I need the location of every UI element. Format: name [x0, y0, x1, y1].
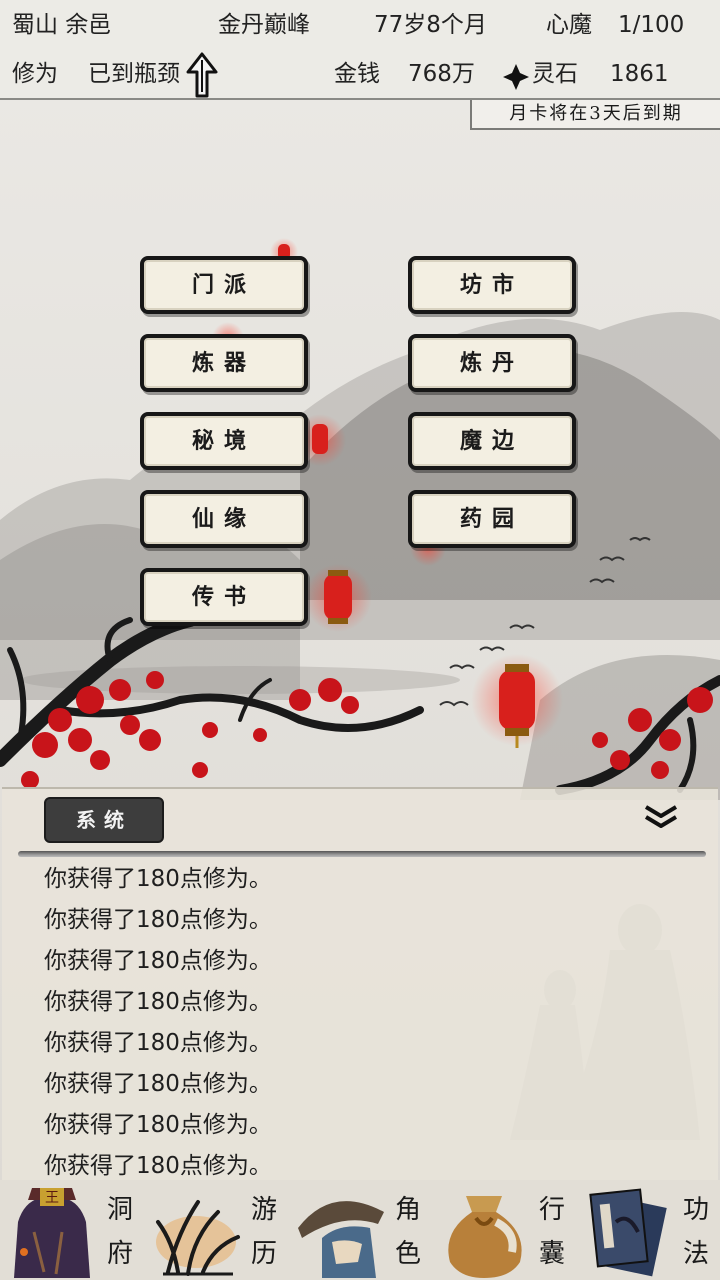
spirit-stone-icon [503, 64, 529, 90]
demon-border-button[interactable]: 魔边 [408, 412, 576, 470]
fate-button[interactable]: 仙缘 [140, 490, 308, 548]
book-icon [589, 1188, 667, 1277]
realm-text: 金丹巅峰 [218, 12, 310, 38]
heart-demon-label: 心魔 [546, 12, 592, 38]
log-line: 你获得了180点修为。 [44, 866, 272, 892]
nav-bag[interactable]: 行囊 [432, 1180, 576, 1280]
breakthrough-arrow-icon[interactable] [186, 52, 218, 98]
spirit-stone-value: 1861 [610, 61, 669, 87]
nav-technique[interactable]: 功法 [576, 1180, 720, 1280]
log-line: 你获得了180点修为。 [44, 907, 272, 933]
log-line: 你获得了180点修为。 [44, 1112, 272, 1138]
message-button[interactable]: 传书 [140, 568, 308, 626]
location-text: 蜀山 余邑 [12, 12, 112, 38]
status-row-2: 修为 已到瓶颈 金钱 768万 灵石 1861 [0, 50, 720, 100]
tab-system[interactable]: 系统 [44, 797, 164, 843]
log-line: 你获得了180点修为。 [44, 1030, 272, 1056]
secret-realm-button[interactable]: 秘境 [140, 412, 308, 470]
bag-icon [448, 1196, 522, 1278]
nav-technique-label: 功法 [682, 1195, 709, 1269]
status-row-1: 蜀山 余邑 金丹巅峰 77岁8个月 心魔 1/100 [0, 0, 720, 50]
money-value: 768万 [408, 61, 475, 87]
log-line: 你获得了180点修为。 [44, 1071, 272, 1097]
message-log-panel[interactable]: 系统 你获得了180点修为。 你获得了180点修为。 你获得了180点修为。 你… [2, 787, 718, 1180]
spirit-stone-label: 灵石 [532, 61, 578, 87]
status-bar: 蜀山 余邑 金丹巅峰 77岁8个月 心魔 1/100 修为 已到瓶颈 金钱 76… [0, 0, 720, 100]
nav-character-label: 角色 [394, 1195, 421, 1269]
heart-demon-value: 1/100 [618, 12, 685, 38]
nav-bag-label: 行囊 [538, 1195, 565, 1269]
log-line: 你获得了180点修为。 [44, 989, 272, 1015]
alchemy-button[interactable]: 炼丹 [408, 334, 576, 392]
monthly-card-notice[interactable]: 月卡将在3天后到期 [470, 100, 720, 130]
herb-garden-button[interactable]: 药园 [408, 490, 576, 548]
cultivation-label: 修为 [12, 61, 58, 87]
nav-travel-label: 游历 [250, 1195, 277, 1269]
money-label: 金钱 [334, 61, 380, 87]
age-text: 77岁8个月 [374, 12, 487, 38]
travel-icon [156, 1200, 240, 1276]
nav-travel[interactable]: 游历 [144, 1180, 288, 1280]
svg-text:王: 王 [45, 1190, 59, 1206]
nav-character[interactable]: 角色 [288, 1180, 432, 1280]
log-line: 你获得了180点修为。 [44, 948, 272, 974]
cave-icon: 王 [14, 1188, 90, 1278]
sect-button[interactable]: 门派 [140, 256, 308, 314]
log-line: 你获得了180点修为。 [44, 1153, 272, 1179]
forge-button[interactable]: 炼器 [140, 334, 308, 392]
character-icon [298, 1201, 384, 1278]
log-divider [18, 851, 706, 857]
bottom-navigation: 王 洞府 游历 角色 行囊 功法 [0, 1180, 720, 1280]
log-list: 你获得了180点修为。 你获得了180点修为。 你获得了180点修为。 你获得了… [44, 859, 684, 1180]
market-button[interactable]: 坊市 [408, 256, 576, 314]
collapse-chevron-icon[interactable] [642, 803, 680, 831]
cultivation-value: 已到瓶颈 [88, 61, 180, 87]
nav-cave-label: 洞府 [106, 1195, 133, 1269]
nav-cave[interactable]: 王 洞府 [0, 1180, 144, 1280]
